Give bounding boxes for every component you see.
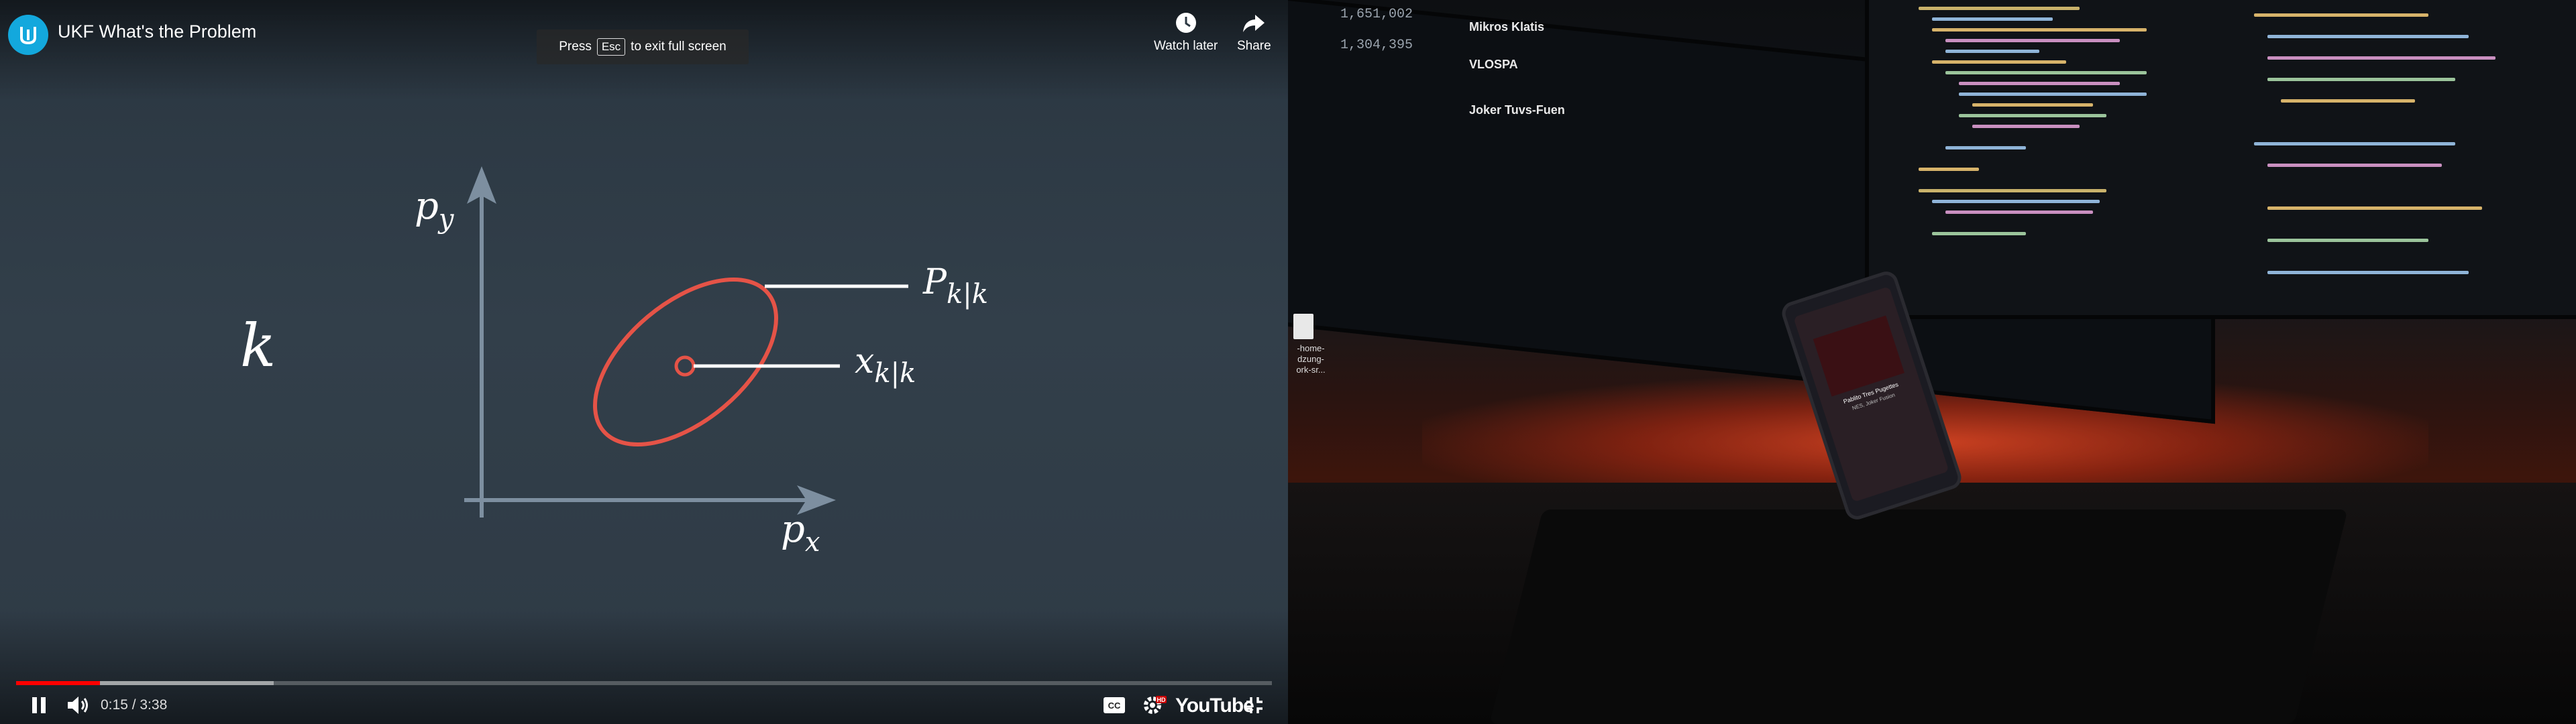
pause-button[interactable]: [24, 690, 54, 720]
code-area: [1892, 0, 2563, 308]
settings-gear-icon: HD: [1144, 696, 1167, 714]
pause-icon: [32, 697, 46, 713]
video-title[interactable]: UKF What's the Problem: [58, 21, 256, 42]
covariance-ellipse: [593, 278, 778, 446]
progress-played: [16, 681, 100, 685]
esc-hint-prefix: Press: [559, 40, 592, 54]
desktop-file-label[interactable]: -home-dzung-ork-sr...: [1291, 343, 1331, 375]
channel-avatar[interactable]: [8, 15, 48, 55]
mute-button[interactable]: [63, 690, 93, 720]
py-label: py: [415, 184, 455, 235]
time-display: 0:15 / 3:38: [101, 697, 168, 713]
watch-later-button[interactable]: Watch later: [1154, 11, 1218, 54]
monitor-name-2: VLOSPA: [1469, 58, 1518, 71]
esc-hint-suffix: to exit full screen: [631, 40, 727, 54]
progress-bar[interactable]: [16, 681, 1272, 685]
state-label: xk|k: [855, 341, 916, 389]
exit-fullscreen-icon: [1246, 697, 1263, 713]
esc-key: Esc: [596, 38, 626, 56]
exit-fullscreen-button[interactable]: [1240, 690, 1269, 720]
settings-button[interactable]: HD: [1139, 690, 1170, 720]
share-label: Share: [1237, 39, 1271, 53]
watch-later-label: Watch later: [1154, 39, 1218, 53]
video-player[interactable]: k py px Pk|k xk|k UKF What's the Problem…: [0, 0, 1288, 724]
captions-button[interactable]: CC: [1099, 690, 1130, 720]
exit-fullscreen-hint: Press Esc to exit full screen: [537, 29, 749, 64]
k-label: k: [240, 311, 276, 380]
svg-text:HD: HD: [1157, 697, 1166, 703]
desktop-wallpaper: 1,651,002 1,304,395 Mikros Klatis VLOSPA…: [1288, 0, 2576, 724]
captions-icon: CC: [1104, 697, 1125, 713]
px-label: px: [781, 507, 820, 558]
state-point: [674, 355, 696, 377]
clock-icon: [1175, 13, 1196, 33]
desktop-file-icon[interactable]: [1293, 314, 1313, 339]
monitor-name-1: Mikros Klatis: [1469, 20, 1545, 34]
volume-icon: [68, 697, 88, 714]
udacity-logo-icon: [20, 27, 36, 45]
share-button[interactable]: Share: [1237, 11, 1271, 54]
share-arrow-icon: [1243, 15, 1265, 32]
monitor-number-1: 1,651,002: [1340, 7, 1413, 22]
keyboard: [1489, 509, 2348, 724]
monitor-number-2: 1,304,395: [1340, 38, 1413, 53]
covariance-label: Pk|k: [922, 262, 988, 310]
bottom-gradient: [0, 610, 1288, 724]
monitor-name-3: Joker Tuvs-Fuen: [1469, 103, 1565, 117]
